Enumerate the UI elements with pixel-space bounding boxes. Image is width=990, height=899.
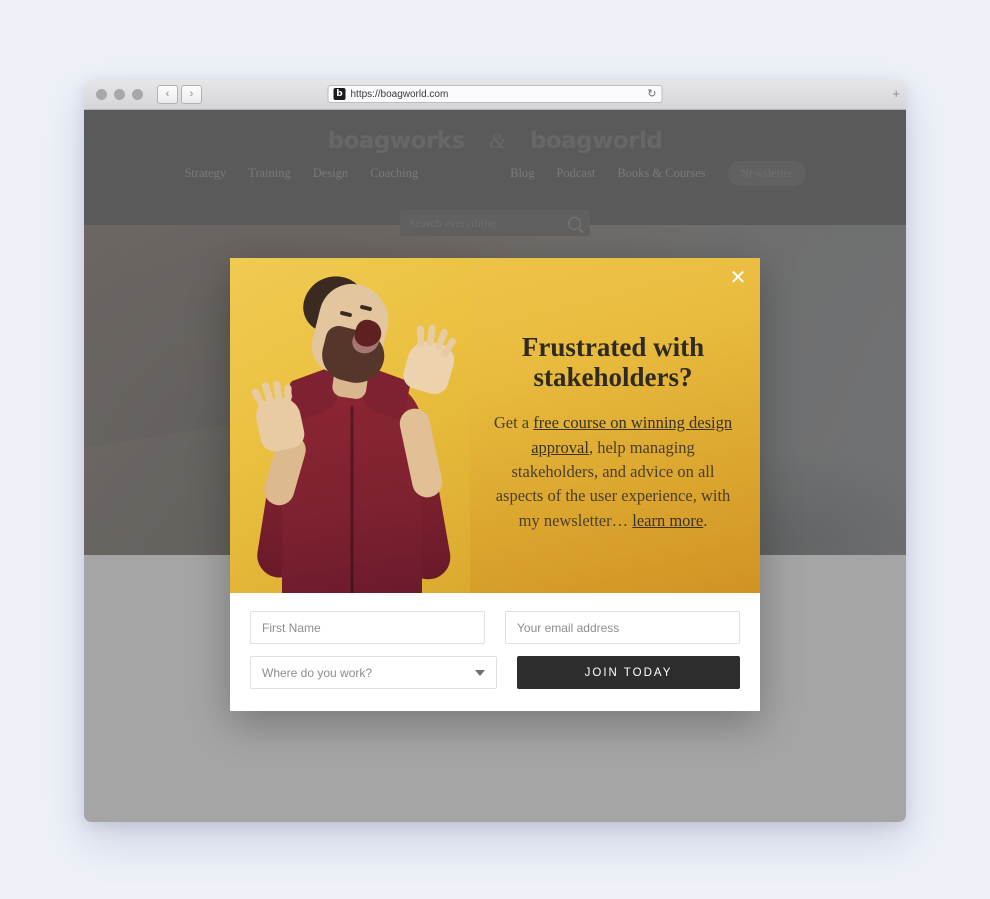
modal-body-part-3: . xyxy=(703,510,708,530)
first-name-input[interactable]: First Name xyxy=(250,611,485,644)
back-button[interactable]: ‹ xyxy=(157,85,178,104)
browser-nav-buttons[interactable]: ‹ › xyxy=(157,85,202,104)
newsletter-modal: ✕ Frustrated with stakeholders? Get a fr… xyxy=(230,258,760,711)
modal-link-learn-more[interactable]: learn more xyxy=(632,511,703,530)
email-input[interactable]: Your email address xyxy=(505,611,740,644)
address-bar-url: https://boagworld.com xyxy=(350,88,449,100)
modal-body-part-1: Get a xyxy=(493,413,534,433)
join-today-button[interactable]: JOIN TODAY xyxy=(517,656,740,689)
modal-body-text: Get a free course on winning design appr… xyxy=(492,411,734,533)
favicon-icon: b xyxy=(333,88,346,100)
form-row-1: First Name Your email address xyxy=(250,611,740,644)
browser-window: ‹ › b https://boagworld.com ↻ + boagwork… xyxy=(84,80,906,822)
form-row-2: Where do you work? JOIN TODAY xyxy=(250,656,740,689)
modal-headline: Frustrated with stakeholders? xyxy=(521,331,705,393)
browser-titlebar: ‹ › b https://boagworld.com ↻ + xyxy=(84,80,906,110)
address-bar[interactable]: b https://boagworld.com ↻ xyxy=(327,85,663,103)
work-select-value: Where do you work? xyxy=(262,665,373,680)
chevron-down-icon xyxy=(475,669,485,676)
forward-button[interactable]: › xyxy=(181,85,202,104)
modal-copy: Frustrated with stakeholders? Get a free… xyxy=(470,258,760,593)
modal-upper-panel: ✕ Frustrated with stakeholders? Get a fr… xyxy=(230,258,760,593)
work-select[interactable]: Where do you work? xyxy=(250,656,497,689)
frustrated-man-photo xyxy=(230,258,470,593)
signup-form: First Name Your email address Where do y… xyxy=(230,593,760,711)
close-window-button[interactable] xyxy=(96,89,107,100)
reload-icon[interactable]: ↻ xyxy=(647,88,656,100)
new-tab-button[interactable]: + xyxy=(892,87,900,100)
minimize-window-button[interactable] xyxy=(114,89,125,100)
page-viewport: boagworks & boagworld Strategy Training … xyxy=(84,110,906,822)
traffic-lights[interactable] xyxy=(96,89,143,100)
close-icon[interactable]: ✕ xyxy=(727,267,749,289)
maximize-window-button[interactable] xyxy=(132,89,143,100)
